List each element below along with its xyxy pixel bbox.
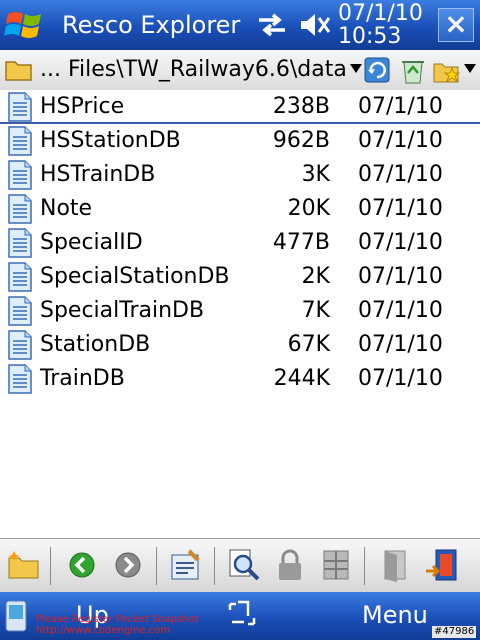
file-date: 07/1/10 [358,264,443,289]
file-date: 07/1/10 [358,94,443,119]
toolbar-separator [156,547,157,585]
toolbar-separator [214,547,215,585]
windows-start-icon[interactable] [4,6,44,44]
file-name: SpecialTrainDB [40,298,205,323]
toolbar-separator [364,547,365,585]
file-size: 238B [272,94,330,119]
path-bar: ... Files\TW_Railway6.6\data [0,50,480,91]
file-list: HSPrice 238B 07/1/10 HSStationDB 962B 07/1/10… [0,90,480,538]
clock-date: 07/1/10 [338,1,423,26]
properties-icon[interactable] [168,547,204,583]
file-row[interactable]: SpecialStationDB 2K 07/1/10 [0,260,480,294]
build-tag: #47986 [432,626,477,638]
file-row[interactable]: HSStationDB 962B 07/1/10 [0,124,480,158]
file-name: TrainDB [40,366,125,391]
document-icon [8,194,32,224]
bottom-toolbar [0,538,480,593]
new-folder-icon[interactable] [6,547,42,583]
document-icon [8,330,32,360]
file-date: 07/1/10 [358,230,443,255]
file-name: HSPrice [40,94,125,119]
close-button[interactable]: × [438,8,474,42]
softkey-menu[interactable]: Menu [362,600,428,630]
current-path[interactable]: ... Files\TW_Railway6.6\data [40,56,346,84]
file-date: 07/1/10 [358,196,443,221]
document-icon [8,92,32,122]
clock[interactable]: 07/1/10 10:53 [338,2,426,48]
file-size: 7K [301,298,330,323]
file-row[interactable]: TrainDB 244K 07/1/10 [0,362,480,396]
file-date: 07/1/10 [358,298,443,323]
search-icon[interactable] [226,547,262,583]
file-name: Note [40,196,93,221]
file-size: 477B [272,230,330,255]
file-name: StationDB [40,332,151,357]
volume-muted-icon[interactable] [298,12,332,38]
file-size: 67K [287,332,330,357]
app-title: Resco Explorer 20 [62,11,246,39]
document-icon [8,262,32,292]
favorites-dropdown-arrow-icon[interactable] [464,64,476,73]
back-icon[interactable] [64,547,100,583]
watermark-line-2: http://www.codengine.com [36,625,171,636]
file-date: 07/1/10 [358,128,443,153]
title-bar: Resco Explorer 20 07/1/10 10:53 × [0,0,480,50]
window-grid-icon[interactable] [318,547,354,583]
favorites-folder-icon[interactable] [432,54,462,86]
file-row[interactable]: SpecialID 477B 07/1/10 [0,226,480,260]
keyboard-input-icon[interactable] [224,596,260,632]
soft-key-bar: Up Menu Please Register Pocket Snapshot … [0,592,480,640]
file-name: HSStationDB [40,128,181,153]
file-row[interactable]: HSPrice 238B 07/1/10 [0,90,480,124]
file-date: 07/1/10 [358,162,443,187]
toolbar-separator [50,547,51,585]
document-icon [8,296,32,326]
connectivity-icon[interactable] [255,12,289,38]
file-name: SpecialID [40,230,143,255]
clock-time: 10:53 [338,24,402,49]
open-door-icon[interactable] [376,547,412,583]
file-size: 3K [301,162,330,187]
refresh-icon[interactable] [362,54,392,86]
forward-icon[interactable] [110,547,146,583]
document-icon [8,364,32,394]
path-dropdown-arrow-icon[interactable] [350,64,362,73]
folder-icon [5,61,32,81]
file-name: SpecialStationDB [40,264,230,289]
file-name: HSTrainDB [40,162,156,187]
file-row[interactable]: SpecialTrainDB 7K 07/1/10 [0,294,480,328]
recycle-bin-icon[interactable] [398,54,428,86]
file-date: 07/1/10 [358,332,443,357]
document-icon [8,160,32,190]
file-row[interactable]: StationDB 67K 07/1/10 [0,328,480,362]
file-row[interactable]: Note 20K 07/1/10 [0,192,480,226]
document-icon [8,126,32,156]
file-date: 07/1/10 [358,366,443,391]
file-size: 20K [287,196,330,221]
device-icon [5,600,27,632]
watermark-text: Please Register Pocket Snapshot http://w… [36,614,199,636]
file-size: 2K [301,264,330,289]
watermark-line-1: Please Register Pocket Snapshot [36,614,199,625]
file-size: 244K [273,366,330,391]
lock-icon[interactable] [272,547,308,583]
file-size: 962B [272,128,330,153]
exit-icon[interactable] [424,547,460,583]
document-icon [8,228,32,258]
file-row[interactable]: HSTrainDB 3K 07/1/10 [0,158,480,192]
